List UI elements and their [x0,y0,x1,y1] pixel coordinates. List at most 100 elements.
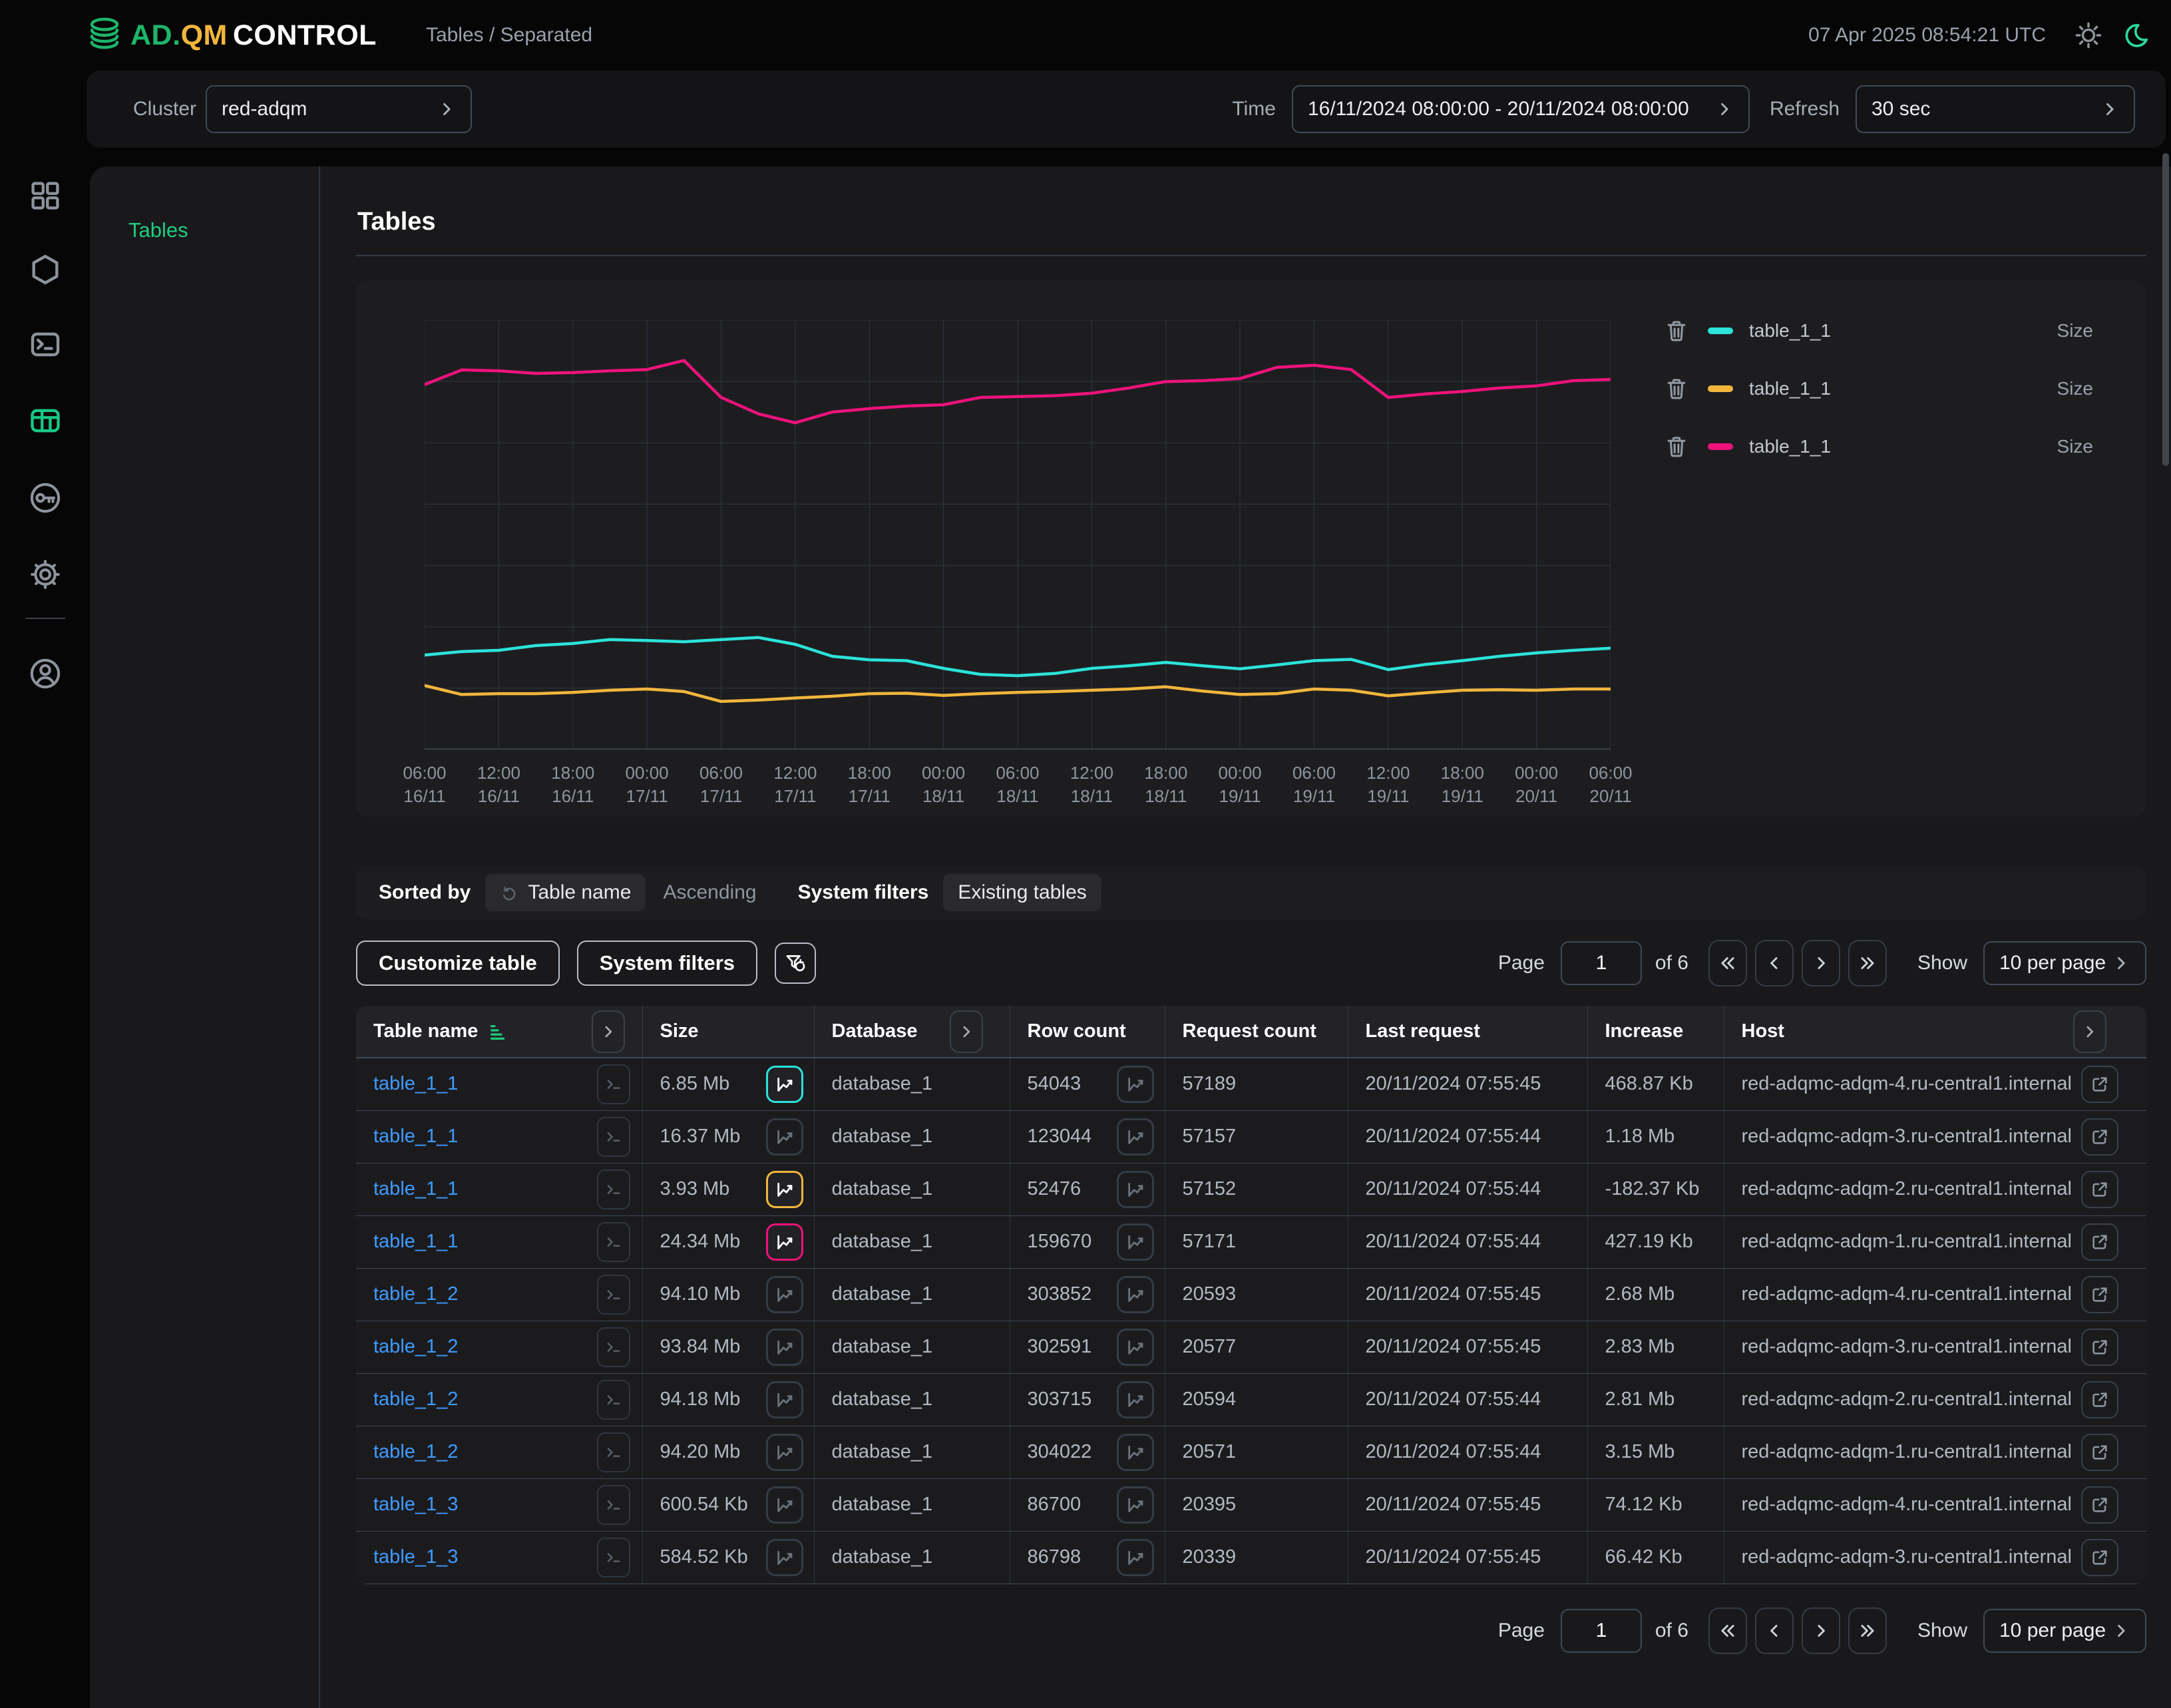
table-name-link[interactable]: table_1_1 [373,1178,458,1200]
open-host-button[interactable] [2081,1434,2118,1471]
first-page-button[interactable] [1708,940,1747,986]
row-count-chart-button[interactable] [1117,1223,1154,1261]
table-name-link[interactable]: table_1_3 [373,1494,458,1516]
open-terminal-button[interactable] [597,1170,630,1209]
size-chart-button[interactable] [766,1539,803,1576]
request-count-value: 20571 [1183,1441,1237,1463]
row-count-chart-button[interactable] [1117,1329,1154,1366]
last-page-button[interactable] [1848,940,1887,986]
row-count-chart-button[interactable] [1117,1486,1154,1524]
host-filter-button[interactable] [2073,1010,2106,1053]
sidebar-item-tables[interactable]: Tables [128,218,188,242]
sort-field-chip[interactable]: Table name [485,874,646,911]
external-link-icon [2090,1495,2110,1515]
row-count-chart-button[interactable] [1117,1276,1154,1313]
legend-delete-button[interactable] [1664,374,1693,403]
external-link-icon [2090,1390,2110,1410]
open-terminal-button[interactable] [597,1432,630,1472]
open-terminal-button[interactable] [597,1538,630,1578]
row-count-chart-button[interactable] [1117,1066,1154,1103]
table-name-link[interactable]: table_1_2 [373,1336,458,1358]
prev-page-button[interactable] [1755,940,1794,986]
size-chart-button[interactable] [766,1486,803,1524]
chevron-icon [1811,1621,1831,1641]
table-name-filter-button[interactable] [592,1010,625,1053]
open-host-button[interactable] [2081,1118,2118,1156]
open-terminal-button[interactable] [597,1327,630,1367]
light-theme-button[interactable] [2072,19,2104,51]
row-count-chart-button[interactable] [1117,1381,1154,1418]
per-page-select[interactable]: 10 per page [1983,1609,2146,1653]
table-name-link[interactable]: table_1_2 [373,1388,458,1410]
row-count-chart-button[interactable] [1117,1171,1154,1208]
dark-theme-button[interactable] [2120,19,2152,51]
logo-control: CONTROL [233,19,377,52]
size-value: 6.85 Mb [660,1073,730,1095]
per-page-select[interactable]: 10 per page [1983,941,2146,985]
tables-icon [28,403,63,438]
last-page-button[interactable] [1848,1607,1887,1654]
nav-account-button[interactable] [28,656,63,691]
size-chart-button[interactable] [766,1381,803,1418]
page-input[interactable] [1561,941,1642,985]
row-count-chart-button[interactable] [1117,1539,1154,1576]
nav-services-button[interactable] [28,252,63,287]
cluster-select[interactable]: red-adqm [206,85,472,133]
open-terminal-button[interactable] [597,1222,630,1262]
scrollbar-thumb[interactable] [2162,153,2169,466]
size-chart-button[interactable] [766,1171,803,1208]
row-count-chart-button[interactable] [1117,1434,1154,1471]
open-terminal-button[interactable] [597,1380,630,1420]
nav-dashboard-button[interactable] [28,178,63,213]
next-page-button[interactable] [1802,1607,1840,1654]
refresh-interval-select[interactable]: 30 sec [1856,85,2135,133]
customize-table-button[interactable]: Customize table [356,941,560,986]
open-terminal-button[interactable] [597,1275,630,1315]
size-chart-button[interactable] [766,1118,803,1156]
request-count-value: 57152 [1183,1178,1237,1200]
open-terminal-button[interactable] [597,1485,630,1525]
open-host-button[interactable] [2081,1066,2118,1103]
legend-delete-button[interactable] [1664,432,1693,461]
database-filter-button[interactable] [950,1010,983,1053]
nav-tables-button[interactable] [28,403,63,438]
size-chart-button[interactable] [766,1223,803,1261]
table-name-link[interactable]: table_1_2 [373,1441,458,1463]
time-range-select[interactable]: 16/11/2024 08:00:00 - 20/11/2024 08:00:0… [1292,85,1750,133]
table-name-link[interactable]: table_1_1 [373,1073,458,1095]
open-host-button[interactable] [2081,1486,2118,1524]
trend-chart-icon [774,1547,795,1568]
legend-delete-button[interactable] [1664,316,1693,345]
system-filters-button[interactable]: System filters [577,941,757,986]
table-name-link[interactable]: table_1_2 [373,1283,458,1305]
open-host-button[interactable] [2081,1223,2118,1261]
logo-ad: AD. [130,19,181,52]
open-terminal-button[interactable] [597,1117,630,1157]
reset-filters-button[interactable] [775,943,816,984]
open-terminal-button[interactable] [597,1064,630,1104]
database-logo-icon [84,15,125,56]
open-host-button[interactable] [2081,1329,2118,1366]
system-filters-chip[interactable]: Existing tables [943,874,1101,911]
size-chart-button[interactable] [766,1066,803,1103]
page-input[interactable] [1561,1609,1642,1653]
table-name-link[interactable]: table_1_1 [373,1126,458,1148]
size-chart-button[interactable] [766,1329,803,1366]
next-page-button[interactable] [1802,940,1840,986]
open-host-button[interactable] [2081,1171,2118,1208]
col-last-request: Last request [1366,1020,1480,1042]
open-host-button[interactable] [2081,1381,2118,1418]
nav-terminal-button[interactable] [28,327,63,361]
table-name-link[interactable]: table_1_1 [373,1231,458,1253]
size-chart-button[interactable] [766,1276,803,1313]
trend-chart-icon [1125,1547,1146,1568]
open-host-button[interactable] [2081,1539,2118,1576]
nav-settings-button[interactable] [28,557,63,592]
nav-keys-button[interactable] [28,481,63,515]
table-name-link[interactable]: table_1_3 [373,1546,458,1568]
row-count-chart-button[interactable] [1117,1118,1154,1156]
size-chart-button[interactable] [766,1434,803,1471]
first-page-button[interactable] [1708,1607,1747,1654]
open-host-button[interactable] [2081,1276,2118,1313]
prev-page-button[interactable] [1755,1607,1794,1654]
